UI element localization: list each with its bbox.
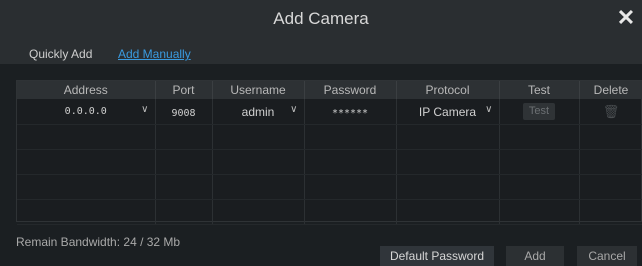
header-delete: Delete: [579, 81, 642, 99]
default-password-button[interactable]: Default Password: [380, 246, 494, 266]
header-port: Port: [155, 81, 213, 99]
chevron-down-icon: ∨: [485, 104, 493, 115]
protocol-value: IP Camera: [418, 104, 477, 119]
delete-cell: 🗑: [579, 99, 642, 125]
table-row: [17, 149, 642, 175]
protocol-select[interactable]: IP Camera ∨: [396, 99, 500, 125]
port-field[interactable]: 9008: [155, 99, 213, 125]
username-select[interactable]: admin ∨: [212, 99, 305, 125]
dialog-titlebar: Add Camera ✕: [0, 0, 642, 38]
chevron-down-icon: ∨: [290, 104, 298, 115]
username-value: admin: [241, 104, 275, 119]
add-button[interactable]: Add: [506, 246, 564, 266]
table-row: 0.0.0.0 ∨ 9008 admin ∨ ****** IP Camera …: [17, 99, 642, 125]
header-password: Password: [304, 81, 397, 99]
address-value: 0.0.0.0: [64, 106, 107, 117]
tab-add-manually[interactable]: Add Manually: [118, 47, 191, 61]
test-button[interactable]: Test: [523, 103, 555, 120]
password-field[interactable]: ******: [304, 99, 397, 125]
header-test: Test: [499, 81, 580, 99]
camera-table-panel: Address Port Username Password Protocol …: [16, 80, 642, 225]
header-protocol: Protocol: [396, 81, 500, 99]
test-cell: Test: [499, 99, 580, 125]
chevron-down-icon: ∨: [141, 104, 149, 115]
table-row: [17, 199, 642, 225]
table-header-row: Address Port Username Password Protocol …: [17, 81, 642, 99]
dialog-title: Add Camera: [273, 9, 369, 28]
header-username: Username: [212, 81, 305, 99]
cancel-button[interactable]: Cancel: [577, 246, 637, 266]
bandwidth-status: Remain Bandwidth: 24 / 32 Mb: [16, 235, 181, 249]
password-value: ******: [331, 107, 369, 119]
header-address: Address: [17, 81, 156, 99]
address-select[interactable]: 0.0.0.0 ∨: [17, 99, 156, 125]
tab-quickly-add[interactable]: Quickly Add: [29, 47, 92, 61]
tab-bar: Quickly Add Add Manually: [0, 38, 642, 64]
close-icon[interactable]: ✕: [614, 5, 638, 30]
trash-icon[interactable]: 🗑: [603, 104, 620, 119]
table-row: [17, 124, 642, 150]
table-row: [17, 174, 642, 200]
camera-table: Address Port Username Password Protocol …: [17, 81, 642, 225]
port-value: 9008: [171, 107, 196, 119]
